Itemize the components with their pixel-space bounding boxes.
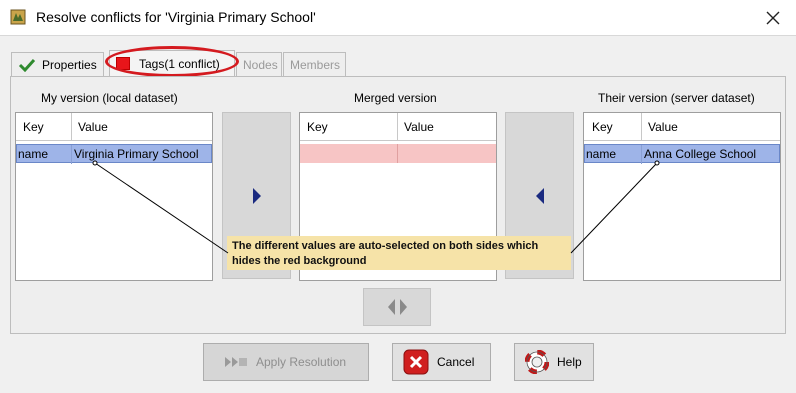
tab-members[interactable]: Members (283, 52, 346, 76)
column-divider (641, 113, 642, 141)
apply-resolution-label: Apply Resolution (256, 355, 347, 369)
arrow-left-icon (535, 187, 544, 204)
help-label: Help (557, 355, 582, 369)
their-version-table[interactable]: Key Value name Anna College School (583, 112, 781, 281)
annotation-callout: The different values are auto-selected o… (227, 236, 571, 270)
table-row[interactable]: name Anna College School (584, 144, 780, 164)
table-row[interactable]: name Virginia Primary School (16, 144, 212, 164)
row-value: Virginia Primary School (74, 147, 199, 161)
column-divider (397, 113, 398, 141)
column-divider (71, 113, 72, 141)
red-square-icon (116, 57, 130, 70)
cancel-button[interactable]: Cancel (392, 343, 491, 381)
tab-tags-label: Tags(1 conflict) (139, 56, 220, 71)
my-version-table[interactable]: Key Value name Virginia Primary School (15, 112, 213, 281)
table-row[interactable] (300, 144, 496, 163)
arrow-left-icon (387, 299, 395, 315)
table-header: Key Value (300, 113, 496, 141)
close-icon (766, 11, 780, 25)
table-header: Key Value (16, 113, 212, 141)
arrow-right-icon (252, 187, 261, 204)
window-title: Resolve conflicts for 'Virginia Primary … (36, 9, 316, 25)
checkmark-icon (18, 58, 36, 72)
tab-members-label: Members (290, 57, 341, 72)
cell-divider (71, 145, 72, 164)
cancel-label: Cancel (437, 355, 475, 369)
merge-icon (225, 357, 247, 367)
their-version-title: Their version (server dataset) (598, 91, 755, 105)
column-header-value[interactable]: Value (404, 120, 434, 134)
close-button[interactable] (750, 0, 796, 36)
tab-properties[interactable]: Properties (11, 52, 104, 76)
arrow-right-icon (399, 299, 407, 315)
column-header-value[interactable]: Value (648, 120, 678, 134)
row-key: name (586, 147, 617, 161)
cell-divider (641, 145, 642, 164)
column-header-key[interactable]: Key (307, 120, 328, 134)
tab-tags[interactable]: Tags(1 conflict) (109, 50, 235, 76)
row-value: Anna College School (644, 147, 757, 161)
row-key: name (18, 147, 49, 161)
title-bar: Resolve conflicts for 'Virginia Primary … (0, 0, 796, 36)
tab-properties-label: Properties (42, 57, 97, 72)
help-button[interactable]: Help (514, 343, 594, 381)
my-version-title: My version (local dataset) (41, 91, 178, 105)
cancel-icon (403, 349, 429, 375)
column-header-key[interactable]: Key (592, 120, 613, 134)
dialog-body: Properties Tags(1 conflict) Nodes Member… (0, 36, 796, 393)
lifebuoy-icon (525, 350, 549, 374)
column-header-value[interactable]: Value (78, 120, 108, 134)
table-header: Key Value (584, 113, 780, 141)
merged-version-title: Merged version (354, 91, 437, 105)
merge-both-button[interactable] (363, 288, 431, 326)
apply-resolution-button[interactable]: Apply Resolution (203, 343, 369, 381)
tab-nodes[interactable]: Nodes (236, 52, 282, 76)
tab-nodes-label: Nodes (243, 57, 278, 72)
cell-divider (397, 144, 398, 163)
column-header-key[interactable]: Key (23, 120, 44, 134)
josm-icon (10, 9, 26, 25)
